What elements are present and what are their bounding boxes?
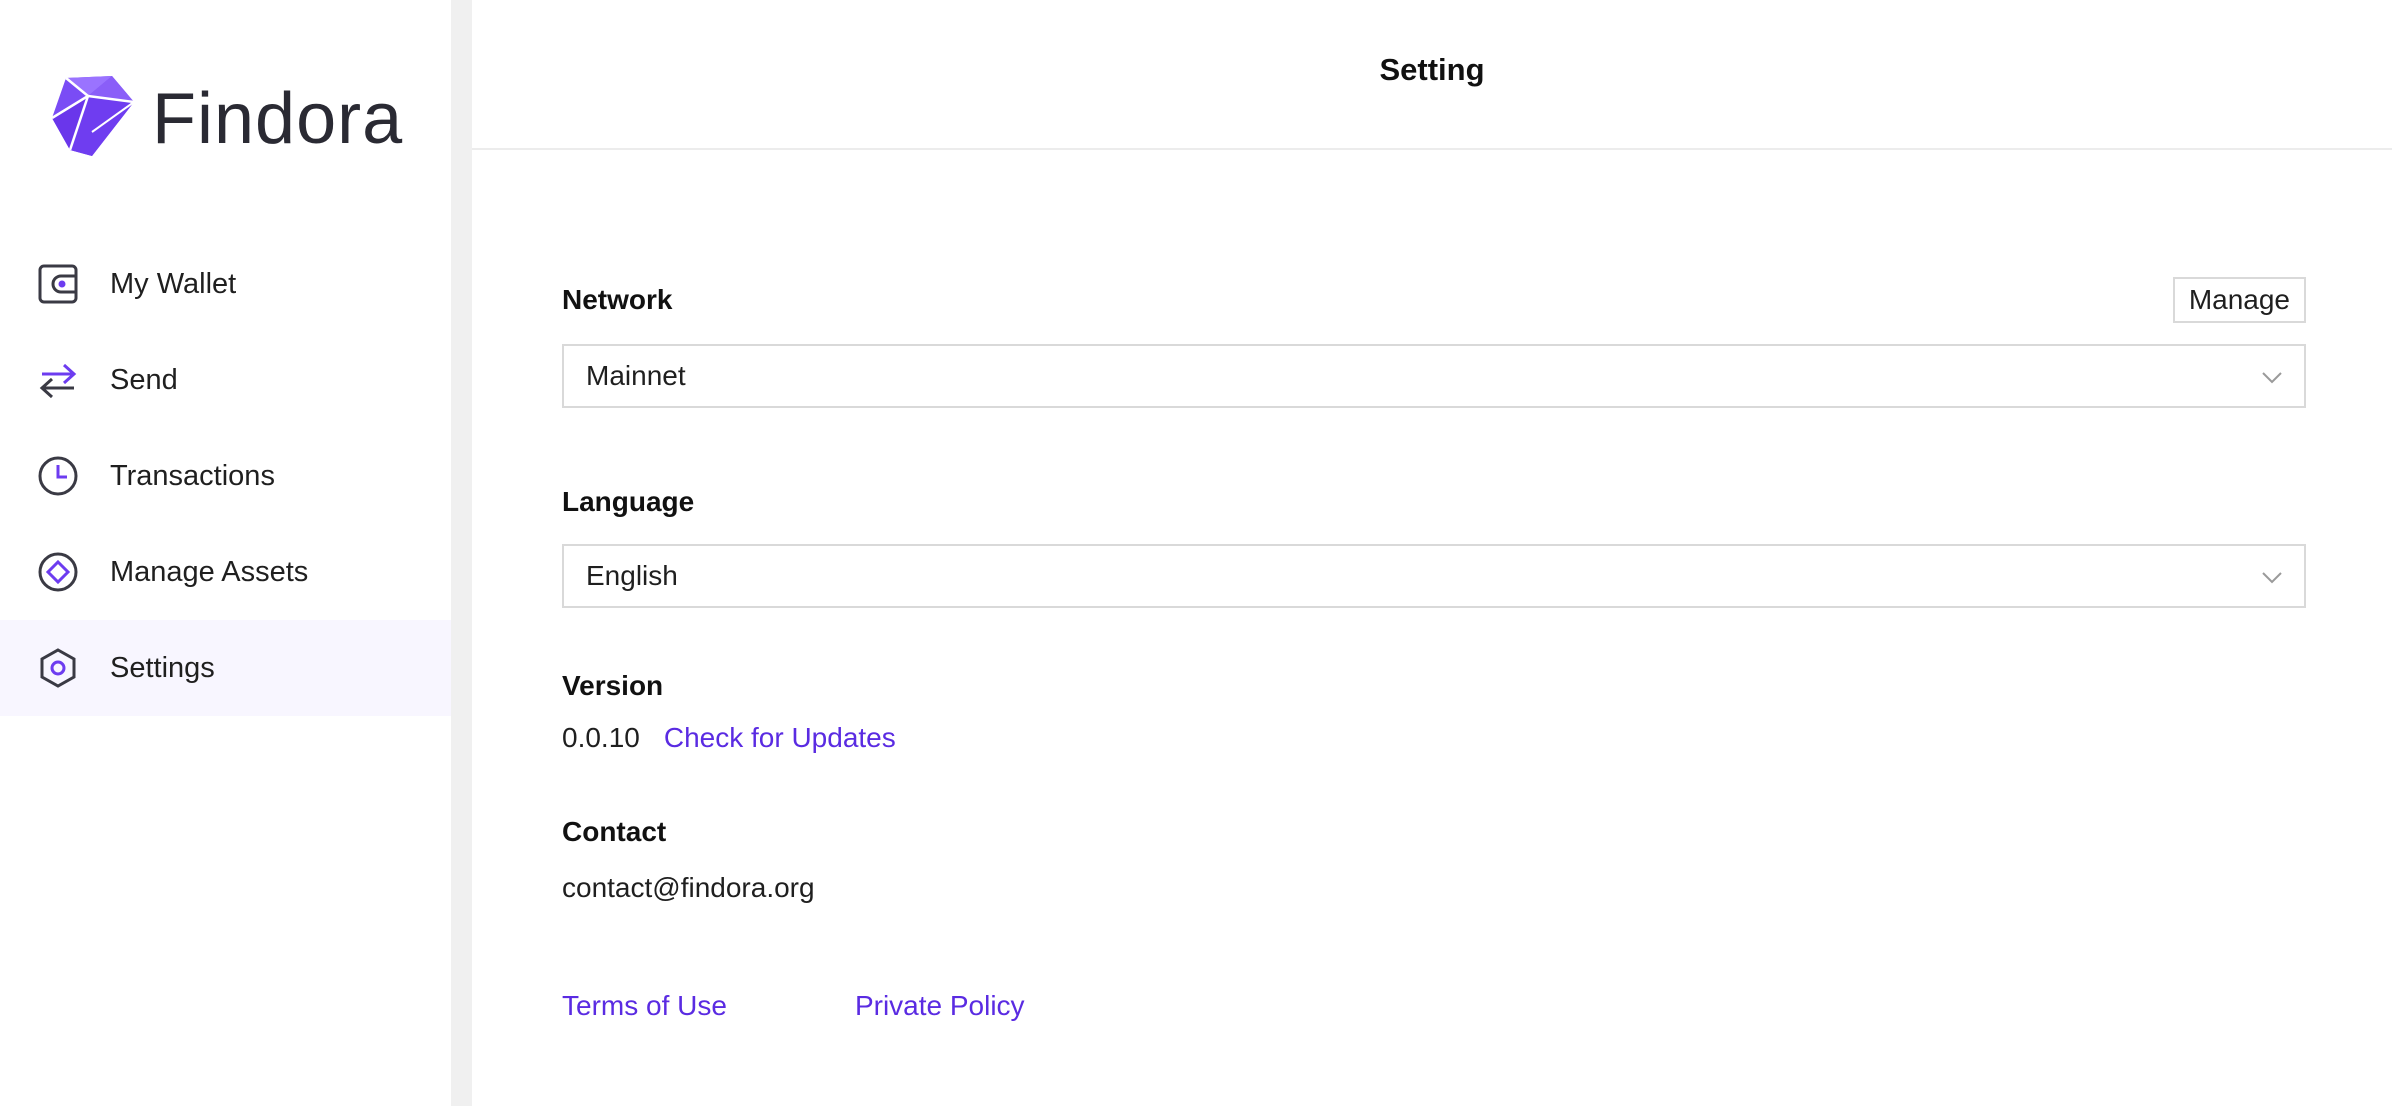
brand-name: Findora: [152, 79, 404, 159]
check-updates-link[interactable]: Check for Updates: [664, 722, 896, 754]
privacy-policy-link[interactable]: Private Policy: [855, 990, 1025, 1022]
version-number: 0.0.10: [562, 722, 640, 753]
sidebar-item-label: Manage Assets: [110, 555, 309, 588]
hexagon-settings-icon: [36, 646, 80, 690]
language-label: Language: [562, 486, 695, 517]
sidebar-nav: My Wallet Send Transactions Manage Asset…: [0, 236, 451, 716]
language-section-header: Language: [562, 472, 2306, 532]
chevron-down-icon: [2260, 564, 2284, 588]
findora-logo-icon: [51, 75, 135, 163]
page-title: Setting: [1379, 52, 1485, 87]
contact-email: contact@findora.org: [562, 872, 815, 903]
sidebar-item-label: Transactions: [110, 459, 275, 492]
sidebar-item-label: My Wallet: [110, 267, 237, 300]
sidebar: Findora My Wallet Send Transactions Mana…: [0, 0, 451, 1106]
transfer-arrows-icon: [36, 358, 80, 402]
sidebar-item-label: Settings: [110, 651, 215, 684]
main-panel: Setting Network Manage Mainnet Language …: [472, 0, 2392, 1106]
footer-links: Terms of Use Private Policy: [562, 990, 2306, 1022]
version-label: Version: [562, 670, 664, 701]
page-header: Setting: [472, 0, 2392, 150]
clock-icon: [36, 454, 80, 498]
chevron-down-icon: [2260, 364, 2284, 388]
language-select[interactable]: English: [562, 544, 2306, 608]
version-row: 0.0.10 Check for Updates: [562, 722, 2306, 754]
sidebar-item-send[interactable]: Send: [0, 332, 451, 428]
sidebar-item-manage-assets[interactable]: Manage Assets: [0, 524, 451, 620]
network-select[interactable]: Mainnet: [562, 344, 2306, 408]
network-section-header: Network Manage: [562, 270, 2306, 330]
sidebar-item-label: Send: [110, 363, 178, 396]
network-label: Network: [562, 284, 673, 315]
asset-diamond-icon: [36, 550, 80, 594]
sidebar-item-settings[interactable]: Settings: [0, 620, 451, 716]
sidebar-divider: [451, 0, 472, 1106]
language-selected-value: English: [586, 560, 678, 591]
contact-label: Contact: [562, 816, 667, 847]
settings-content: Network Manage Mainnet Language English: [562, 270, 2306, 1022]
terms-of-use-link[interactable]: Terms of Use: [562, 990, 727, 1022]
sidebar-item-transactions[interactable]: Transactions: [0, 428, 451, 524]
network-selected-value: Mainnet: [586, 360, 686, 391]
sidebar-item-my-wallet[interactable]: My Wallet: [0, 236, 451, 332]
manage-network-button[interactable]: Manage: [2172, 277, 2306, 323]
app-window: Findora My Wallet Send Transactions Mana…: [0, 0, 2392, 1106]
brand-logo[interactable]: Findora: [51, 74, 404, 164]
wallet-icon: [36, 262, 80, 306]
